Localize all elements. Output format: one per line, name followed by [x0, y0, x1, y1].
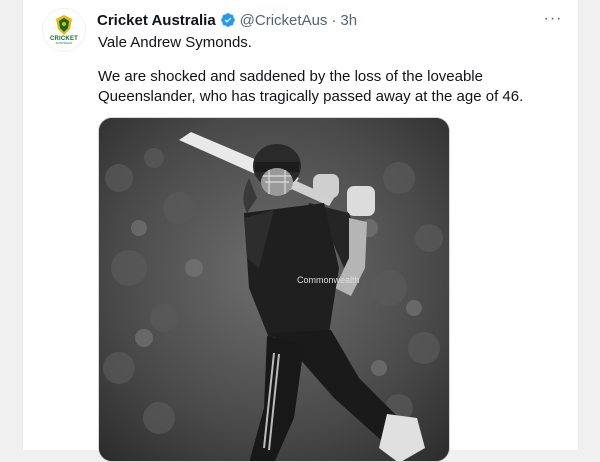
cricket-australia-logo-icon [56, 15, 72, 35]
tweet-text-body: We are shocked and saddened by the loss … [98, 68, 524, 105]
tweet-card[interactable]: CRICKET AUSTRALIA Cricket Australia @Cri… [22, 0, 579, 462]
tweet-timestamp[interactable]: 3h [340, 12, 357, 29]
author-handle[interactable]: @CricketAus [240, 12, 328, 29]
author-name[interactable]: Cricket Australia [97, 12, 216, 29]
verified-badge-icon [220, 13, 235, 27]
tweet-header: Cricket Australia @CricketAus · 3h [97, 10, 357, 30]
author-avatar[interactable]: CRICKET AUSTRALIA [42, 8, 86, 52]
tweet-text-line1: Vale Andrew Symonds. [98, 34, 252, 51]
avatar-subtext: AUSTRALIA [55, 41, 73, 45]
tweet-media-photo[interactable]: Commonwealth [98, 117, 450, 462]
more-options-icon[interactable]: ··· [542, 8, 564, 30]
separator-dot: · [331, 11, 337, 29]
shirt-sponsor-text: Commonwealth [297, 275, 360, 285]
cricketer-photo: Commonwealth [99, 118, 449, 461]
